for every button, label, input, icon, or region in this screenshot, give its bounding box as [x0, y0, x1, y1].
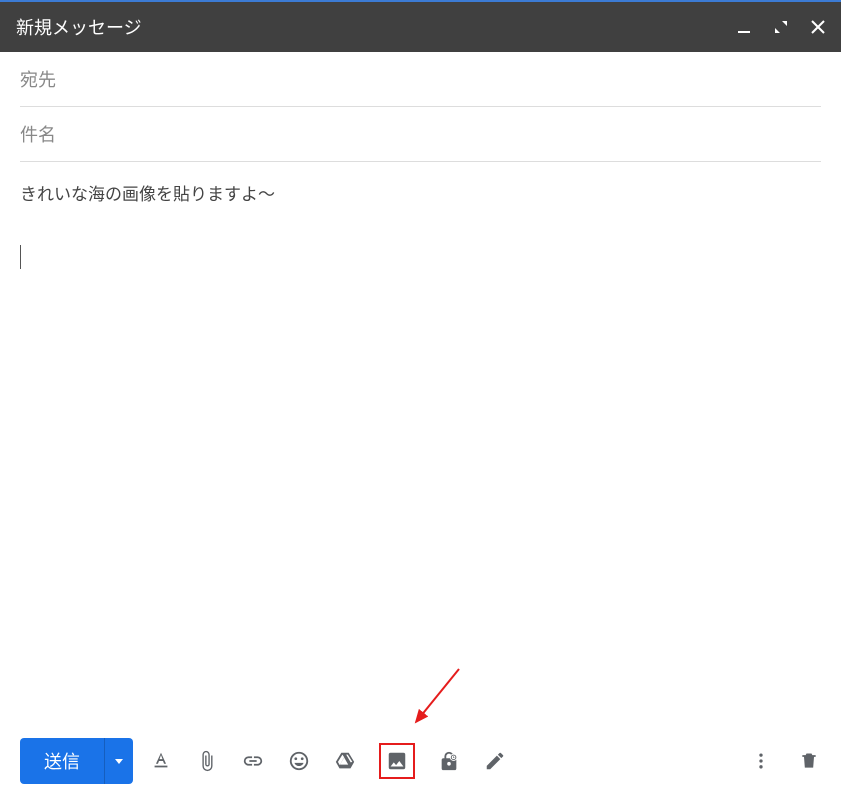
- emoji-icon[interactable]: [287, 749, 311, 773]
- titlebar-actions: [737, 19, 825, 35]
- compose-body[interactable]: きれいな海の画像を貼りますよ～: [0, 162, 841, 726]
- drive-icon[interactable]: [333, 749, 357, 773]
- attachment-icon[interactable]: [195, 749, 219, 773]
- confidential-icon[interactable]: [437, 749, 461, 773]
- send-options-dropdown[interactable]: [104, 738, 133, 784]
- signature-icon[interactable]: [483, 749, 507, 773]
- compose-title: 新規メッセージ: [16, 14, 142, 40]
- to-field[interactable]: 宛先: [20, 52, 821, 107]
- body-text-line: きれいな海の画像を貼りますよ～: [20, 180, 821, 205]
- format-toolbar: [149, 743, 507, 779]
- link-icon[interactable]: [241, 749, 265, 773]
- insert-image-icon[interactable]: [379, 743, 415, 779]
- subject-label: 件名: [20, 125, 56, 145]
- minimize-icon[interactable]: [737, 20, 751, 34]
- subject-field[interactable]: 件名: [20, 107, 821, 162]
- text-format-icon[interactable]: [149, 749, 173, 773]
- more-menu-icon[interactable]: [749, 749, 773, 773]
- send-button-group: 送信: [20, 738, 133, 784]
- close-icon[interactable]: [811, 20, 825, 34]
- text-cursor: [20, 245, 21, 269]
- send-button[interactable]: 送信: [20, 738, 104, 784]
- compose-window: 新規メッセージ 宛先 件名 きれいな海の画像を貼りますよ～: [0, 0, 841, 800]
- expand-icon[interactable]: [773, 19, 789, 35]
- delete-icon[interactable]: [797, 749, 821, 773]
- right-toolbar: [749, 749, 821, 773]
- compose-toolbar: 送信: [0, 726, 841, 800]
- compose-fields: 宛先 件名: [0, 52, 841, 162]
- compose-titlebar: 新規メッセージ: [0, 2, 841, 52]
- to-label: 宛先: [20, 70, 56, 90]
